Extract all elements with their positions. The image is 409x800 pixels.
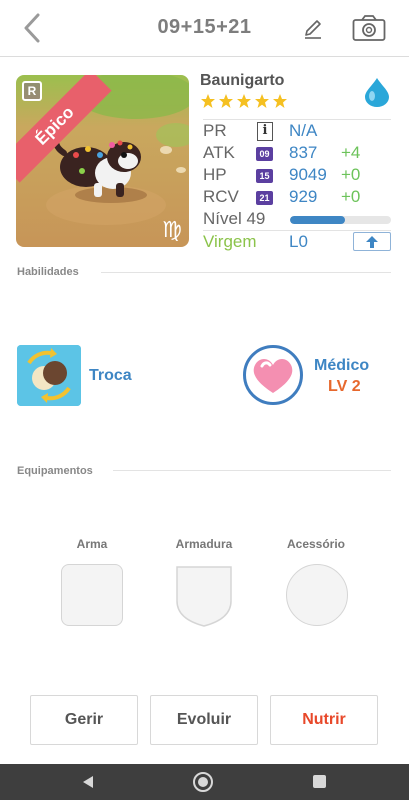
equip-label-accessory: Acessório	[286, 537, 346, 551]
nav-back-icon[interactable]	[80, 774, 96, 790]
arrow-up-icon	[366, 235, 378, 248]
level-progress-fill	[290, 216, 345, 224]
stat-value: 929	[289, 187, 318, 206]
skill-name-leader[interactable]: Médico	[314, 357, 369, 375]
sign-value: L0	[289, 232, 308, 251]
stat-label: PR	[203, 121, 227, 140]
equip-label-armor: Armadura	[175, 537, 233, 551]
armor-slot-icon[interactable]	[173, 563, 235, 629]
pet-portrait[interactable]: Épico R ♍	[16, 75, 189, 247]
star-icon	[273, 94, 287, 108]
heart-icon	[253, 359, 293, 393]
page-title: 09+15+21	[157, 16, 252, 38]
stat-bonus: +0	[341, 165, 361, 184]
edit-button[interactable]	[302, 18, 324, 40]
weapon-slot-icon[interactable]	[61, 564, 123, 626]
stat-bonus: +4	[341, 143, 361, 162]
star-icon	[201, 94, 215, 108]
section-title-skills: Habilidades	[17, 266, 79, 278]
nav-home-icon[interactable]	[192, 771, 214, 793]
stat-bonus: +0	[341, 187, 361, 206]
stat-level-badge: 09	[256, 147, 273, 161]
divider	[113, 470, 391, 471]
top-app-bar: 09+15+21	[0, 0, 409, 57]
info-icon[interactable]: i	[257, 122, 273, 141]
stat-row-pr: PR i N/A	[203, 121, 393, 143]
equip-label-weapon: Arma	[76, 537, 108, 551]
camera-button[interactable]	[352, 14, 386, 42]
stat-label: HP	[203, 165, 227, 184]
divider	[101, 272, 391, 273]
stat-level-badge: 21	[256, 191, 273, 205]
accessory-slot-icon[interactable]	[286, 564, 348, 626]
level-progress-bar	[290, 216, 391, 224]
system-nav-bar	[0, 764, 409, 800]
skill-level: LV 2	[328, 378, 361, 395]
stat-value: 9049	[289, 165, 327, 184]
sign-row: Virgem L0	[203, 232, 393, 254]
swap-icon	[17, 345, 81, 406]
level-label: Nível 49	[203, 209, 266, 228]
star-icon	[255, 94, 269, 108]
stat-row-rcv: RCV 21 929 +0	[203, 187, 393, 209]
skill-name-active[interactable]: Troca	[89, 367, 132, 385]
water-drop-icon	[362, 76, 392, 108]
star-icon	[219, 94, 233, 108]
divider	[203, 230, 391, 231]
stat-level-badge: 15	[256, 169, 273, 183]
leader-skill-icon[interactable]	[243, 345, 303, 405]
evolve-button[interactable]: Evoluir	[150, 695, 258, 745]
stat-value: N/A	[289, 121, 318, 140]
stat-label: ATK	[203, 143, 235, 162]
virgo-icon: ♍	[162, 217, 182, 242]
divider	[203, 119, 391, 120]
camera-icon	[352, 15, 386, 41]
pencil-icon	[305, 20, 321, 39]
star-icon	[237, 94, 251, 108]
upgrade-button[interactable]	[353, 232, 391, 251]
stat-row-atk: ATK 09 837 +4	[203, 143, 393, 165]
feed-button[interactable]: Nutrir	[270, 695, 378, 745]
nav-recents-icon[interactable]	[313, 775, 326, 788]
manage-button[interactable]: Gerir	[30, 695, 138, 745]
level-row: Nível 49	[203, 209, 393, 231]
skill-icon-swap[interactable]	[17, 345, 81, 406]
rarity-badge: R	[22, 81, 42, 101]
stat-value: 837	[289, 143, 318, 162]
star-rating	[200, 93, 288, 109]
section-title-equipment: Equipamentos	[17, 465, 93, 477]
pet-name: Baunigarto	[200, 72, 285, 89]
stat-row-hp: HP 15 9049 +0	[203, 165, 393, 187]
sign-label: Virgem	[203, 232, 257, 251]
stat-label: RCV	[203, 187, 239, 206]
